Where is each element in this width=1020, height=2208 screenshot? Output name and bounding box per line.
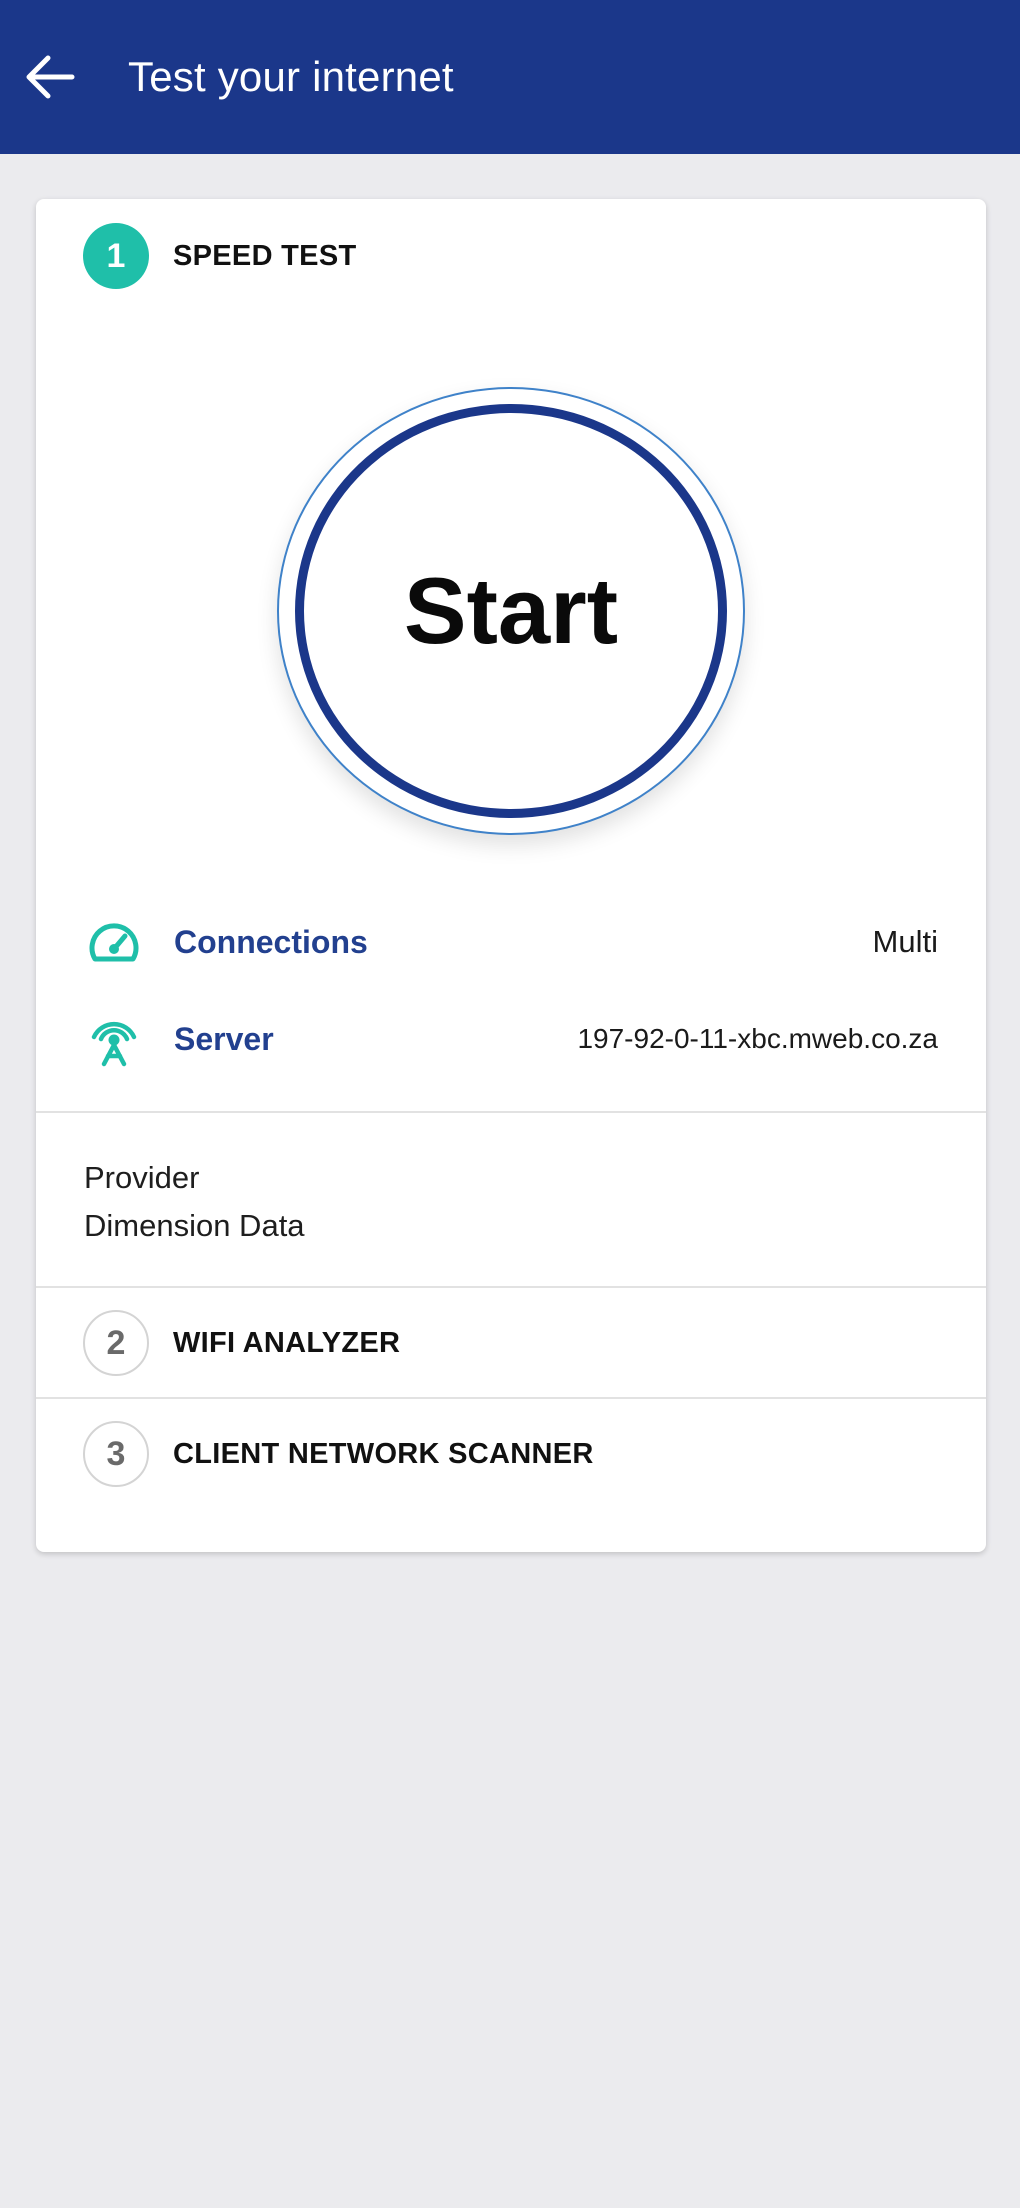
divider xyxy=(36,1111,986,1113)
step-number-badge: 2 xyxy=(83,1310,149,1376)
antenna-icon xyxy=(84,1009,144,1069)
step-label: CLIENT NETWORK SCANNER xyxy=(173,1437,594,1470)
server-label: Server xyxy=(174,1020,274,1057)
back-button[interactable] xyxy=(20,47,80,107)
provider-value: Dimension Data xyxy=(84,1208,305,1243)
page-title: Test your internet xyxy=(128,53,454,100)
provider-label: Provider xyxy=(84,1160,200,1195)
connections-value: Multi xyxy=(872,924,938,959)
speedometer-icon xyxy=(84,912,144,972)
step-label: SPEED TEST xyxy=(173,239,357,272)
start-button-ring: Start xyxy=(277,387,745,835)
connections-row: Connections Multi xyxy=(84,912,938,972)
arrow-left-icon xyxy=(26,55,75,99)
step-speed-test[interactable]: 1 SPEED TEST xyxy=(83,223,357,289)
step-client-network-scanner[interactable]: 3 CLIENT NETWORK SCANNER xyxy=(83,1421,594,1487)
test-steps-card: 1 SPEED TEST Start Connections Multi Ser… xyxy=(36,199,986,1552)
start-button[interactable]: Start xyxy=(295,404,727,818)
step-number-badge: 3 xyxy=(83,1421,149,1487)
server-value: 197-92-0-11-xbc.mweb.co.za xyxy=(577,1023,938,1054)
step-number-badge: 1 xyxy=(83,223,149,289)
app-bar: Test your internet xyxy=(0,0,1020,154)
server-row: Server 197-92-0-11-xbc.mweb.co.za xyxy=(84,1009,938,1069)
connections-label: Connections xyxy=(174,923,368,960)
step-label: WIFI ANALYZER xyxy=(173,1326,401,1359)
divider xyxy=(36,1397,986,1399)
step-wifi-analyzer[interactable]: 2 WIFI ANALYZER xyxy=(83,1310,400,1376)
divider xyxy=(36,1286,986,1288)
start-label: Start xyxy=(403,558,619,663)
provider-info: Provider Dimension Data xyxy=(84,1154,305,1250)
